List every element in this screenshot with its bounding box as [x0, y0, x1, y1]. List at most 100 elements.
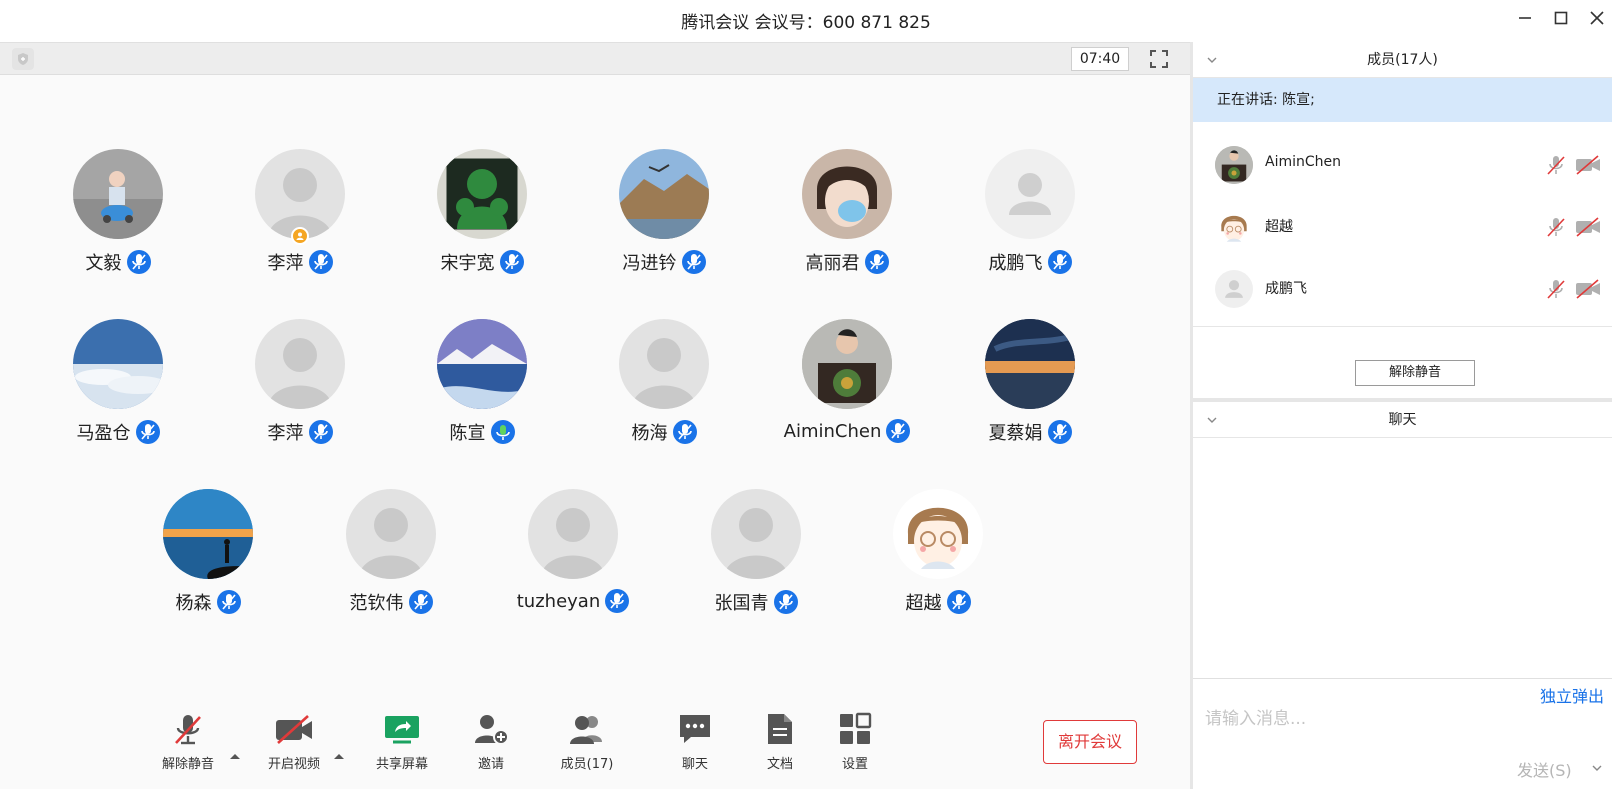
video-off-icon: [276, 715, 312, 744]
member-list-item[interactable]: AiminChen: [1193, 134, 1612, 194]
mic-muted-icon: [681, 250, 706, 274]
participant-avatar: [346, 489, 436, 579]
fullscreen-button[interactable]: [1147, 47, 1171, 71]
participant-tile[interactable]: 李萍: [230, 319, 370, 445]
participant-tile[interactable]: AiminChen: [777, 319, 917, 443]
mic-muted-icon: [886, 419, 911, 443]
participant-avatar: [437, 319, 527, 409]
participant-tile[interactable]: 夏蔡娟: [960, 319, 1100, 445]
meeting-area: 07:40 文毅 李萍 宋宇宽 冯进钤 高丽君 成鹏飞 马盈仓 李萍 陈宣 杨海…: [0, 42, 1190, 789]
close-button[interactable]: [1584, 6, 1610, 30]
mic-muted-icon: [864, 250, 889, 274]
mic-muted-icon: [408, 590, 433, 614]
document-icon: [768, 714, 792, 744]
participant-name: tuzheyan: [516, 590, 601, 612]
chat-messages: [1193, 439, 1612, 719]
participant-avatar: [163, 489, 253, 579]
mic-muted-icon: [308, 250, 333, 274]
participant-tile[interactable]: 冯进钤: [594, 149, 734, 275]
participant-avatar: [73, 319, 163, 409]
meeting-toolbar: 解除静音 开启视频 共享屏幕 邀请 成员(17) 聊天 文档 设置: [0, 693, 1190, 789]
participant-tile[interactable]: 超越: [868, 489, 1008, 615]
participant-avatar: [985, 149, 1075, 239]
chat-icon: [680, 715, 710, 743]
participant-name: 夏蔡娟: [988, 423, 1043, 444]
member-avatar: [1215, 208, 1253, 246]
participant-name: 成鹏飞: [988, 253, 1043, 274]
video-off-icon[interactable]: [1575, 154, 1601, 176]
participant-tile[interactable]: tuzheyan: [503, 489, 643, 613]
settings-button[interactable]: 设置: [815, 711, 895, 772]
mic-muted-icon: [308, 420, 333, 444]
participant-name: 宋宇宽: [440, 253, 495, 274]
participant-name: 文毅: [85, 253, 122, 274]
participant-tile[interactable]: 李萍: [230, 149, 370, 275]
chat-label: 聊天: [681, 757, 708, 772]
participant-name: AiminChen: [783, 420, 882, 442]
participant-tile[interactable]: 陈宣: [412, 319, 552, 445]
participant-avatar: [619, 319, 709, 409]
invite-button[interactable]: 邀请: [451, 711, 531, 772]
documents-button[interactable]: 文档: [740, 711, 820, 772]
leave-meeting-button[interactable]: 离开会议: [1043, 720, 1137, 764]
member-name: 成鹏飞: [1265, 281, 1307, 297]
chat-button[interactable]: 聊天: [655, 711, 735, 772]
fullscreen-icon: [1150, 50, 1168, 68]
mic-muted-icon[interactable]: [1545, 278, 1567, 300]
participant-tile[interactable]: 宋宇宽: [412, 149, 552, 275]
participant-grid: 文毅 李萍 宋宇宽 冯进钤 高丽君 成鹏飞 马盈仓 李萍 陈宣 杨海 Aimin…: [0, 75, 1190, 685]
send-button[interactable]: 发送(S): [1517, 757, 1572, 781]
title-bar: 腾讯会议 会议号：600 871 825: [0, 0, 1612, 36]
side-panel: 成员(17人) 正在讲话: 陈宣; AiminChen 超越 成鹏飞 解除静音 …: [1190, 42, 1612, 789]
members-icon: [570, 716, 602, 744]
participant-name: 杨森: [175, 593, 212, 614]
maximize-button[interactable]: [1548, 6, 1574, 30]
participant-tile[interactable]: 范钦伟: [321, 489, 461, 615]
mic-active-icon: [490, 420, 515, 444]
participant-tile[interactable]: 马盈仓: [48, 319, 188, 445]
chat-section-header[interactable]: 聊天: [1193, 402, 1612, 438]
participant-avatar: [528, 489, 618, 579]
mic-muted-icon: [672, 420, 697, 444]
participant-tile[interactable]: 高丽君: [777, 149, 917, 275]
mic-muted-icon: [605, 589, 630, 613]
participant-tile[interactable]: 文毅: [48, 149, 188, 275]
members-button[interactable]: 成员(17): [547, 711, 627, 772]
member-list-item[interactable]: 超越: [1193, 196, 1612, 256]
members-label: 成员(17): [560, 757, 614, 772]
mic-muted-icon: [946, 590, 971, 614]
video-off-icon[interactable]: [1575, 216, 1601, 238]
mic-muted-icon[interactable]: [1545, 154, 1567, 176]
minimize-button[interactable]: [1512, 6, 1538, 30]
video-off-icon[interactable]: [1575, 278, 1601, 300]
chat-input[interactable]: [1205, 705, 1505, 733]
share-screen-button[interactable]: 共享屏幕: [362, 711, 442, 772]
participant-avatar: [437, 149, 527, 239]
participant-tile[interactable]: 张国青: [686, 489, 826, 615]
participant-avatar: [985, 319, 1075, 409]
popout-link[interactable]: 独立弹出: [1540, 683, 1604, 707]
grid-settings-icon: [840, 712, 872, 744]
participant-avatar: [893, 489, 983, 579]
participant-avatar: [802, 319, 892, 409]
mic-muted-icon: [773, 590, 798, 614]
maximize-icon: [1554, 11, 1568, 25]
security-shield-icon[interactable]: [12, 48, 34, 70]
add-user-icon: [475, 715, 509, 745]
start-video-button[interactable]: 开启视频: [254, 711, 334, 772]
members-section-header[interactable]: 成员(17人): [1193, 42, 1612, 78]
close-icon: [1590, 11, 1604, 25]
member-list-item[interactable]: 成鹏飞: [1193, 258, 1612, 318]
send-options-chevron-icon[interactable]: [1591, 763, 1603, 773]
mic-muted-icon: [175, 715, 201, 745]
unmute-label: 解除静音: [161, 757, 214, 772]
mic-muted-icon[interactable]: [1545, 216, 1567, 238]
video-options-caret-icon[interactable]: [332, 751, 346, 761]
participant-tile[interactable]: 杨森: [138, 489, 278, 615]
unmute-all-button[interactable]: 解除静音: [1355, 360, 1475, 386]
participant-tile[interactable]: 成鹏飞: [960, 149, 1100, 275]
window-title: 腾讯会议 会议号：600 871 825: [681, 13, 931, 33]
unmute-button[interactable]: 解除静音: [148, 711, 228, 772]
audio-options-caret-icon[interactable]: [228, 751, 242, 761]
participant-tile[interactable]: 杨海: [594, 319, 734, 445]
